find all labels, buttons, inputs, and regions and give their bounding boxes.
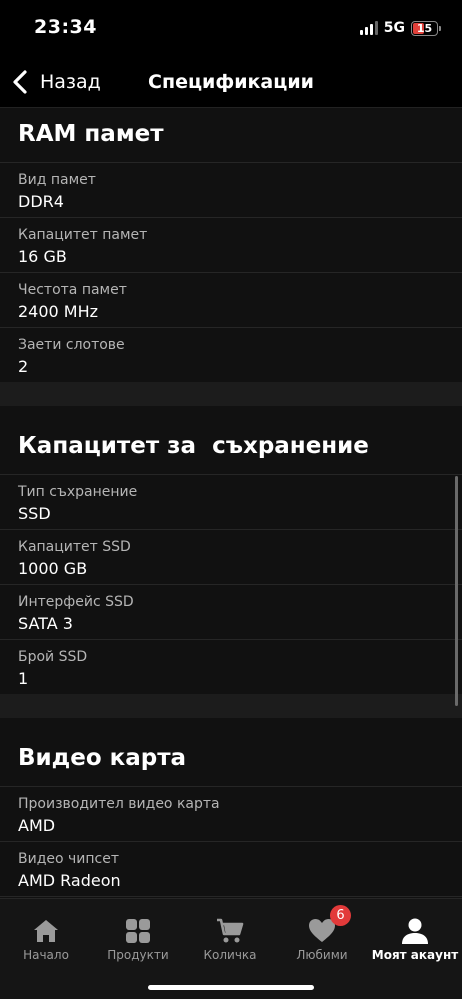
status-time: 23:34 <box>34 16 97 38</box>
tab-cart[interactable]: Количка <box>184 899 276 969</box>
spec-row: Честота памет 2400 MHz <box>0 272 462 327</box>
signal-icon <box>359 21 378 35</box>
section-video-card: Видео карта Производител видео карта AMD… <box>0 718 462 898</box>
tab-label: Моят акаунт <box>371 948 459 962</box>
section-title: RAM памет <box>18 121 164 147</box>
status-bar: 23:34 5G 15 <box>0 0 462 58</box>
tab-my-account[interactable]: Моят акаунт <box>368 899 462 969</box>
spec-value: 1 <box>18 669 29 688</box>
grid-icon <box>126 919 150 943</box>
tab-label: Продукти <box>107 948 169 962</box>
spec-value: AMD <box>18 816 56 835</box>
spec-label: Вид памет <box>18 172 96 188</box>
spec-label: Заети слотове <box>18 337 125 353</box>
spec-value: DDR4 <box>18 192 64 211</box>
section-storage: Капацитет за съхранение Тип съхранение S… <box>0 406 462 694</box>
home-icon <box>34 920 58 942</box>
tab-label: Количка <box>203 948 257 962</box>
spec-row: Капацитет памет 16 GB <box>0 217 462 272</box>
spec-label: Интерфейс SSD <box>18 594 134 610</box>
specs-content[interactable]: RAM памет Вид памет DDR4 Капацитет памет… <box>0 108 462 898</box>
scrollbar[interactable] <box>455 476 458 706</box>
tab-products[interactable]: Продукти <box>92 899 184 969</box>
spec-label: Производител видео карта <box>18 796 220 812</box>
spec-row: Вид памет DDR4 <box>0 162 462 217</box>
spec-row: Производител видео карта AMD <box>0 786 462 841</box>
nav-header: Назад Спецификации <box>0 58 462 108</box>
home-indicator[interactable] <box>148 985 314 990</box>
section-ram: RAM памет Вид памет DDR4 Капацитет памет… <box>0 108 462 382</box>
spec-row: Тип съхранение SSD <box>0 474 462 529</box>
spec-row: Заети слотове 2 <box>0 327 462 382</box>
spec-value: SATA 3 <box>18 614 73 633</box>
spec-value: 16 GB <box>18 247 67 266</box>
tab-bar: Начало Продукти Количка 6 Любими Моят ак… <box>0 898 462 999</box>
status-indicators: 5G 15 <box>359 20 441 36</box>
spec-row: Брой SSD 1 <box>0 639 462 694</box>
cart-icon <box>217 918 244 943</box>
tab-favorites[interactable]: 6 Любими <box>276 899 368 969</box>
spec-label: Капацитет памет <box>18 227 148 243</box>
section-divider <box>0 694 462 718</box>
favorites-badge: 6 <box>330 905 351 926</box>
user-icon <box>402 918 428 944</box>
spec-row: Интерфейс SSD SATA 3 <box>0 584 462 639</box>
section-title: Видео карта <box>18 745 187 771</box>
tab-label: Начало <box>23 948 69 962</box>
battery-icon: 15 <box>411 20 441 36</box>
spec-label: Капацитет SSD <box>18 539 131 555</box>
spec-row: Капацитет SSD 1000 GB <box>0 529 462 584</box>
spec-label: Честота памет <box>18 282 127 298</box>
battery-level: 15 <box>416 21 433 35</box>
tab-label: Любими <box>296 948 348 962</box>
spec-value: SSD <box>18 504 51 523</box>
page-title: Спецификации <box>148 71 314 93</box>
section-divider <box>0 382 462 406</box>
spec-value: 2400 MHz <box>18 302 99 321</box>
spec-label: Тип съхранение <box>18 484 138 500</box>
network-type: 5G <box>383 20 405 36</box>
spec-label: Видео чипсет <box>18 851 120 867</box>
spec-value: 2 <box>18 357 29 376</box>
spec-row: Видео чипсет AMD Radeon <box>0 841 462 896</box>
tab-home[interactable]: Начало <box>0 899 92 969</box>
spec-value: AMD Radeon <box>18 871 121 890</box>
spec-label: Брой SSD <box>18 649 88 665</box>
section-title: Капацитет за съхранение <box>18 433 369 459</box>
spec-value: 1000 GB <box>18 559 88 578</box>
